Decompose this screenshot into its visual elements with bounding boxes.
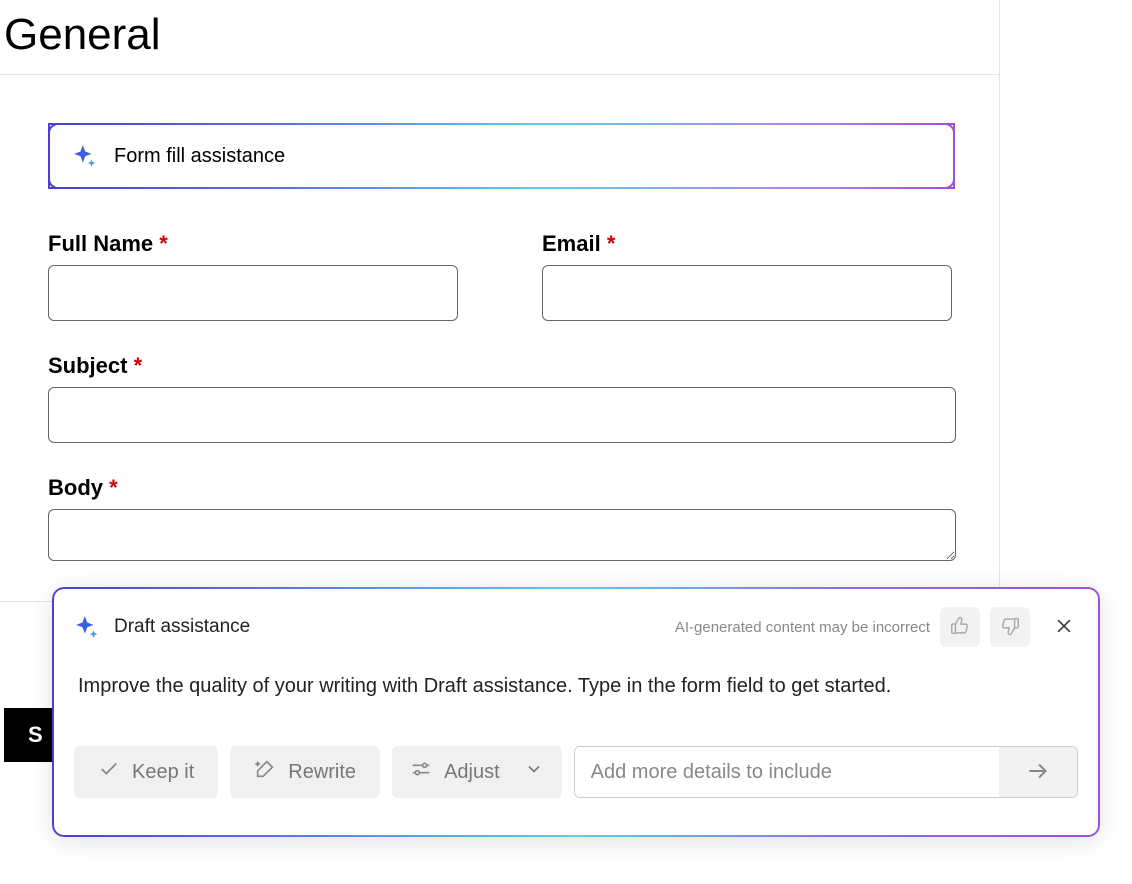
form-area: Form fill assistance Full Name * Email * <box>0 75 999 601</box>
form-group-subject: Subject * <box>48 353 955 443</box>
ai-disclaimer: AI-generated content may be incorrect <box>675 619 930 636</box>
form-group-fullname: Full Name * <box>48 231 458 321</box>
required-marker: * <box>109 475 118 500</box>
form-group-email: Email * <box>542 231 952 321</box>
form-row-subject: Subject * <box>48 353 955 443</box>
email-label: Email * <box>542 231 952 257</box>
required-marker: * <box>134 353 143 378</box>
draft-header: Draft assistance AI-generated content ma… <box>74 607 1078 647</box>
page-container: General Form fill assistance Full Name * <box>0 0 1000 602</box>
thumbs-down-button[interactable] <box>990 607 1030 647</box>
form-row-name-email: Full Name * Email * <box>48 231 955 321</box>
draft-message: Improve the quality of your writing with… <box>74 675 1078 698</box>
sparkle-icon <box>72 143 98 169</box>
required-marker: * <box>159 231 168 256</box>
draft-assistance-panel: Draft assistance AI-generated content ma… <box>52 587 1100 837</box>
body-input[interactable] <box>48 509 956 561</box>
subject-input[interactable] <box>48 387 956 443</box>
sliders-icon <box>410 758 432 786</box>
draft-title: Draft assistance <box>114 616 250 638</box>
chevron-down-icon <box>524 759 544 785</box>
detail-input[interactable] <box>575 747 999 797</box>
adjust-button[interactable]: Adjust <box>392 746 562 798</box>
close-button[interactable] <box>1050 613 1078 641</box>
form-row-body: Body * <box>48 475 955 561</box>
thumbs-up-button[interactable] <box>940 607 980 647</box>
body-label: Body * <box>48 475 955 501</box>
detail-input-wrap <box>574 746 1078 798</box>
arrow-right-icon <box>1025 758 1051 787</box>
close-icon <box>1054 616 1074 639</box>
fullname-input[interactable] <box>48 265 458 321</box>
required-marker: * <box>607 231 616 256</box>
rewrite-button[interactable]: Rewrite <box>230 746 380 798</box>
sparkle-icon <box>74 614 100 640</box>
email-input[interactable] <box>542 265 952 321</box>
page-title: General <box>0 0 999 75</box>
rewrite-icon <box>254 758 276 786</box>
send-button[interactable] <box>999 747 1077 797</box>
check-icon <box>98 758 120 786</box>
form-fill-assistance-label: Form fill assistance <box>114 145 285 168</box>
form-fill-assistance-banner[interactable]: Form fill assistance <box>48 123 955 189</box>
fullname-label: Full Name * <box>48 231 458 257</box>
draft-actions: Keep it Rewrite Adjust <box>74 746 1078 798</box>
thumbs-down-icon <box>999 615 1021 640</box>
form-group-body: Body * <box>48 475 955 561</box>
draft-header-right: AI-generated content may be incorrect <box>675 607 1078 647</box>
keep-it-button[interactable]: Keep it <box>74 746 218 798</box>
subject-label: Subject * <box>48 353 955 379</box>
thumbs-up-icon <box>949 615 971 640</box>
